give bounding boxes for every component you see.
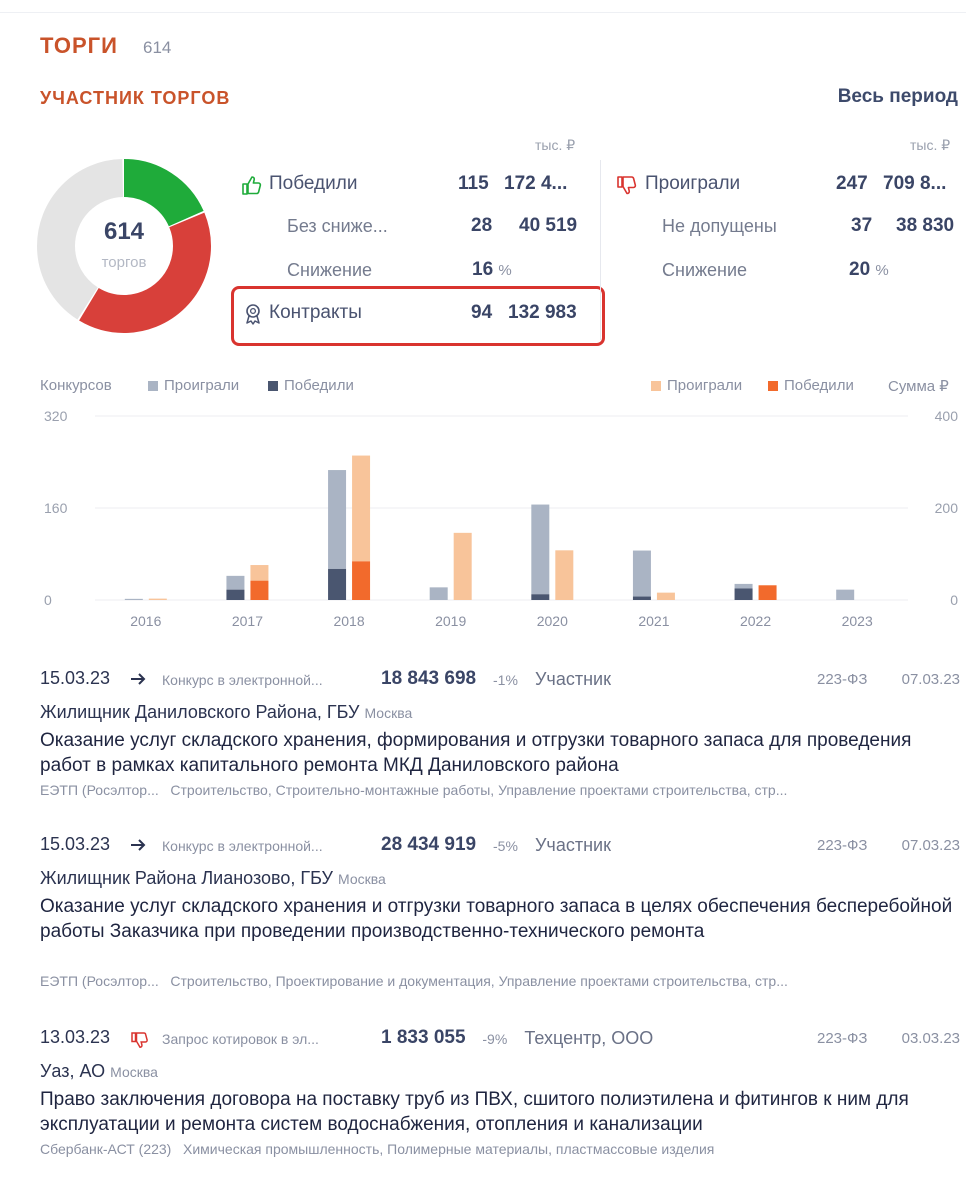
y-tick-right: 200 <box>935 500 959 516</box>
bar-count-won-2021[interactable] <box>632 596 651 600</box>
tender-sum: 1 833 055 <box>381 1027 466 1048</box>
tender-city: Москва <box>110 1064 158 1080</box>
tender-sum: 28 434 919 <box>381 834 477 855</box>
tender-customer[interactable]: Уаз, АО Москва <box>40 1061 158 1082</box>
thumbs-down-icon <box>130 1031 148 1049</box>
tender-description[interactable]: Право заключения договора на поставку тр… <box>40 1087 960 1137</box>
bar-count-lost-2019[interactable] <box>429 587 448 600</box>
x-tick-label: 2016 <box>130 613 161 629</box>
bar-sum-lost-2017[interactable] <box>250 565 269 581</box>
tender-description[interactable]: Оказание услуг складского хранения и отг… <box>40 894 960 944</box>
x-tick-label: 2023 <box>842 613 873 629</box>
y-tick-left: 160 <box>44 500 68 516</box>
x-tick-label: 2021 <box>638 613 669 629</box>
bar-count-lost-2018[interactable] <box>328 470 347 569</box>
bar-chart: 0 0 160 200 320 400 2016 2017 2018 2019 2020 2021 20… <box>44 408 959 629</box>
bar-count-lost-2022[interactable] <box>734 583 753 589</box>
y-tick-left: 320 <box>44 408 68 424</box>
tender-pub-date: 07.03.23 <box>901 671 960 688</box>
tender-description[interactable]: Оказание услуг складского хранения, форм… <box>40 728 960 778</box>
tender-customer[interactable]: Жилищник Района Лианозово, ГБУ Москва <box>40 868 386 889</box>
y-tick-left: 0 <box>44 592 52 608</box>
tender-law: 223-ФЗ <box>817 837 868 854</box>
tender-type: Запрос котировок в эл... <box>162 1031 319 1047</box>
tender-sum: 18 843 698 <box>381 668 477 689</box>
tender-discount: -1% <box>493 672 518 688</box>
bar-count-lost-2020[interactable] <box>531 504 550 595</box>
tender-city: Москва <box>338 871 386 887</box>
bar-sum-lost-2019[interactable] <box>453 532 472 600</box>
bar-sum-won-2017[interactable] <box>250 580 269 600</box>
tender-law: 223-ФЗ <box>817 671 868 688</box>
tender-platform-categories: ЕЭТП (Росэлтор... Строительство, Строите… <box>40 782 788 798</box>
bar-count-won-2022[interactable] <box>734 588 753 601</box>
bar-count-won-2020[interactable] <box>531 594 550 600</box>
arrow-right-icon <box>130 672 148 690</box>
bar-sum-lost-2021[interactable] <box>656 592 675 600</box>
x-tick-label: 2022 <box>740 613 771 629</box>
x-tick-label: 2018 <box>333 613 364 629</box>
bar-count-won-2018[interactable] <box>328 568 347 600</box>
tender-discount: -9% <box>482 1031 508 1047</box>
tender-participant: Участник <box>535 669 611 689</box>
bar-count-lost-2023[interactable] <box>836 589 855 600</box>
tender-city: Москва <box>364 705 413 721</box>
bar-sum-lost-2018[interactable] <box>352 455 371 562</box>
y-tick-right: 400 <box>935 408 959 424</box>
tender-participant: Участник <box>535 835 611 855</box>
arrow-right-icon <box>130 838 148 856</box>
bar-sum-lost-2020[interactable] <box>555 550 574 600</box>
tender-date: 13.03.23 <box>40 1027 111 1047</box>
tender-pub-date: 07.03.23 <box>901 837 960 854</box>
bar-count-lost-2021[interactable] <box>632 550 651 597</box>
bar-sum-lost-2016[interactable] <box>148 598 167 600</box>
tender-type: Конкурс в электронной... <box>162 672 323 688</box>
tender-law: 223-ФЗ <box>817 1030 868 1047</box>
tender-customer[interactable]: Жилищник Даниловского Района, ГБУ Москва <box>40 702 412 723</box>
tender-participant: Техцентр, ООО <box>524 1028 654 1048</box>
tender-date: 15.03.23 <box>40 834 111 854</box>
x-tick-label: 2017 <box>232 613 263 629</box>
bar-sum-won-2022[interactable] <box>758 585 777 600</box>
bar-count-lost-2016[interactable] <box>124 598 143 600</box>
tender-platform-categories: ЕЭТП (Росэлтор... Строительство, Проекти… <box>40 973 788 989</box>
tender-type: Конкурс в электронной... <box>162 838 323 854</box>
bar-sum-won-2018[interactable] <box>352 561 371 600</box>
bar-count-won-2017[interactable] <box>226 589 245 600</box>
x-tick-label: 2019 <box>435 613 466 629</box>
tender-pub-date: 03.03.23 <box>901 1030 960 1047</box>
tender-platform-categories: Сбербанк-АСТ (223) Химическая промышленн… <box>40 1141 715 1157</box>
y-tick-right: 0 <box>950 592 958 608</box>
x-tick-label: 2020 <box>537 613 568 629</box>
bar-count-lost-2017[interactable] <box>226 575 245 590</box>
tender-discount: -5% <box>493 838 518 854</box>
tender-date: 15.03.23 <box>40 668 111 688</box>
